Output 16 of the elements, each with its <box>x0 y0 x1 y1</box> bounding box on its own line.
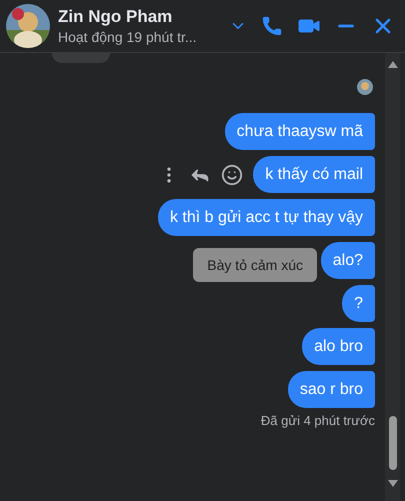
phone-icon[interactable] <box>261 15 283 37</box>
active-status: Hoạt động 19 phút tr... <box>58 29 198 45</box>
message-bubble: ? <box>342 285 375 322</box>
scroll-down-icon[interactable] <box>388 480 398 487</box>
sent-status: Đã gửi 4 phút trước <box>260 413 375 428</box>
message-bubble: sao r bro <box>288 371 375 408</box>
tooltip: Bày tỏ cảm xúc <box>193 248 317 282</box>
message-bubble: alo? <box>320 242 375 279</box>
message-bubble: alo bro <box>302 328 375 365</box>
message-bubble: chưa thaaysw mã <box>224 113 375 150</box>
contact-name: Zin Ngo Pham <box>58 7 174 27</box>
scroll-up-icon[interactable] <box>388 61 398 68</box>
message-bubble: k thì b gửi acc t tự thay vậy <box>158 199 375 236</box>
emoji-icon[interactable] <box>221 164 244 186</box>
scrollbar-thumb[interactable] <box>388 416 396 470</box>
message-bubble: k thấy có mail <box>253 156 375 193</box>
